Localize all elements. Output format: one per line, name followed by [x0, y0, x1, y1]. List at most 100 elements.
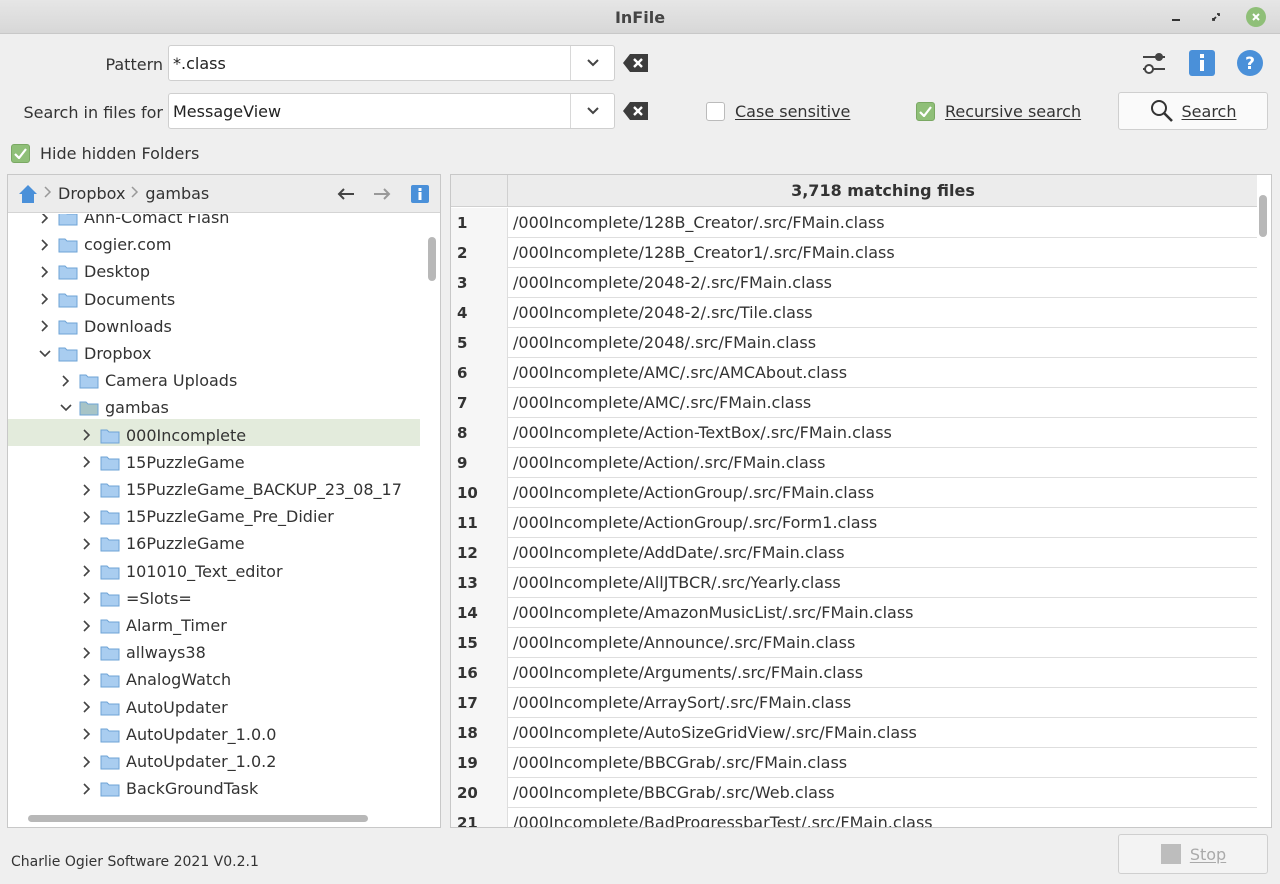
tree-node[interactable]: AutoUpdater_1.0.0 — [80, 721, 276, 748]
chevron-right-icon[interactable] — [80, 483, 94, 497]
chevron-right-icon[interactable] — [38, 265, 52, 279]
breadcrumb-item[interactable]: Dropbox — [58, 184, 125, 203]
chevron-right-icon[interactable] — [80, 510, 94, 524]
table-row[interactable]: 20/000Incomplete/BBCGrab/.src/Web.class — [451, 778, 1257, 808]
table-row[interactable]: 13/000Incomplete/AllJTBCR/.src/Yearly.cl… — [451, 568, 1257, 598]
chevron-right-icon[interactable] — [38, 319, 52, 333]
pattern-combo[interactable] — [168, 45, 615, 81]
tree-node[interactable]: 15PuzzleGame_Pre_Didier — [80, 503, 334, 530]
tree-node[interactable]: 000Incomplete — [80, 422, 246, 449]
tree-node[interactable]: Documents — [38, 286, 175, 313]
forward-button[interactable] — [370, 183, 394, 205]
table-row[interactable]: 3/000Incomplete/2048-2/.src/FMain.class — [451, 268, 1257, 298]
pattern-input[interactable] — [169, 46, 571, 80]
search-for-combo[interactable] — [168, 93, 615, 129]
case-sensitive-box[interactable] — [706, 102, 725, 121]
recursive-search-box[interactable] — [916, 102, 935, 121]
chevron-right-icon[interactable] — [80, 591, 94, 605]
table-row[interactable]: 1/000Incomplete/128B_Creator/.src/FMain.… — [451, 208, 1257, 238]
hide-hidden-box[interactable] — [11, 144, 30, 163]
tree-node[interactable]: 15PuzzleGame — [80, 449, 245, 476]
chevron-right-icon[interactable] — [80, 455, 94, 469]
pattern-dropdown-button[interactable] — [570, 46, 614, 80]
stop-icon — [1160, 844, 1181, 864]
search-for-dropdown-button[interactable] — [570, 94, 614, 128]
chevron-down-icon[interactable] — [38, 347, 52, 361]
close-window-button[interactable] — [1246, 7, 1266, 27]
chevron-right-icon[interactable] — [80, 564, 94, 578]
tree-node[interactable]: Dropbox — [38, 340, 151, 367]
tree-node[interactable]: Downloads — [38, 313, 172, 340]
table-row[interactable]: 21/000Incomplete/BadProgressbarTest/.src… — [451, 808, 1257, 827]
minimize-button[interactable] — [1166, 7, 1186, 27]
table-row[interactable]: 11/000Incomplete/ActionGroup/.src/Form1.… — [451, 508, 1257, 538]
search-button[interactable]: Search — [1118, 92, 1268, 130]
tree-node[interactable]: BackGroundTask — [80, 775, 258, 802]
tree-vertical-scrollbar[interactable] — [428, 237, 436, 281]
case-sensitive-checkbox[interactable]: Case sensitive — [706, 102, 850, 121]
home-button[interactable] — [18, 184, 38, 204]
chevron-right-icon[interactable] — [38, 238, 52, 252]
table-row[interactable]: 2/000Incomplete/128B_Creator1/.src/FMain… — [451, 238, 1257, 268]
table-row[interactable]: 19/000Incomplete/BBCGrab/.src/FMain.clas… — [451, 748, 1257, 778]
maximize-button[interactable] — [1206, 7, 1226, 27]
recursive-search-checkbox[interactable]: Recursive search — [916, 102, 1081, 121]
hide-hidden-folders-checkbox[interactable]: Hide hidden Folders — [11, 144, 199, 163]
tree-node[interactable]: Alarm_Timer — [80, 612, 227, 639]
tree-horizontal-scrollbar[interactable] — [28, 815, 368, 822]
chevron-right-icon[interactable] — [80, 537, 94, 551]
table-row[interactable]: 4/000Incomplete/2048-2/.src/Tile.class — [451, 298, 1257, 328]
chevron-right-icon[interactable] — [80, 700, 94, 714]
table-row[interactable]: 14/000Incomplete/AmazonMusicList/.src/FM… — [451, 598, 1257, 628]
chevron-right-icon[interactable] — [80, 619, 94, 633]
info-button[interactable] — [1187, 48, 1217, 78]
table-row[interactable]: 12/000Incomplete/AddDate/.src/FMain.clas… — [451, 538, 1257, 568]
table-row[interactable]: 9/000Incomplete/Action/.src/FMain.class — [451, 448, 1257, 478]
tree-node[interactable]: cogier.com — [38, 231, 171, 258]
chevron-right-icon[interactable] — [80, 673, 94, 687]
chevron-down-icon[interactable] — [59, 401, 73, 415]
chevron-right-icon[interactable] — [59, 374, 73, 388]
table-row[interactable]: 17/000Incomplete/ArraySort/.src/FMain.cl… — [451, 688, 1257, 718]
tree-node[interactable]: AutoUpdater_1.0.2 — [80, 748, 276, 775]
folder-tree[interactable]: Ann-Comact Flash cogier.com Desktop Documen… — [8, 214, 426, 806]
tree-node[interactable]: allways38 — [80, 639, 206, 666]
chevron-right-icon[interactable] — [38, 214, 52, 225]
table-row[interactable]: 18/000Incomplete/AutoSizeGridView/.src/F… — [451, 718, 1257, 748]
chevron-right-icon[interactable] — [38, 292, 52, 306]
tree-node[interactable]: AutoUpdater — [80, 694, 228, 721]
chevron-right-icon[interactable] — [80, 782, 94, 796]
info-icon — [411, 185, 429, 203]
tree-node[interactable]: =Slots= — [80, 585, 192, 612]
table-row[interactable]: 5/000Incomplete/2048/.src/FMain.class — [451, 328, 1257, 358]
help-button[interactable]: ? — [1235, 48, 1265, 78]
table-row[interactable]: 7/000Incomplete/AMC/.src/FMain.class — [451, 388, 1257, 418]
table-row[interactable]: 16/000Incomplete/Arguments/.src/FMain.cl… — [451, 658, 1257, 688]
chevron-right-icon[interactable] — [80, 727, 94, 741]
breadcrumb-item[interactable]: gambas — [145, 184, 209, 203]
table-row[interactable]: 6/000Incomplete/AMC/.src/AMCAbout.class — [451, 358, 1257, 388]
chevron-right-icon[interactable] — [80, 755, 94, 769]
tree-node[interactable]: Desktop — [38, 258, 150, 285]
chevron-right-icon[interactable] — [80, 646, 94, 660]
tree-node[interactable]: Camera Uploads — [59, 367, 237, 394]
row-number: 14 — [451, 598, 508, 628]
clear-pattern-button[interactable] — [622, 51, 650, 75]
table-row[interactable]: 8/000Incomplete/Action-TextBox/.src/FMai… — [451, 418, 1257, 448]
tree-node[interactable]: AnalogWatch — [80, 666, 231, 693]
back-button[interactable] — [334, 183, 358, 205]
clear-search-button[interactable] — [622, 99, 650, 123]
table-row[interactable]: 15/000Incomplete/Announce/.src/FMain.cla… — [451, 628, 1257, 658]
tree-node[interactable]: 15PuzzleGame_BACKUP_23_08_17 — [80, 476, 402, 503]
results-vertical-scrollbar[interactable] — [1259, 195, 1267, 237]
settings-button[interactable] — [1139, 48, 1169, 78]
tree-node[interactable]: gambas — [59, 394, 169, 421]
stop-button[interactable]: Stop — [1118, 834, 1268, 874]
table-row[interactable]: 10/000Incomplete/ActionGroup/.src/FMain.… — [451, 478, 1257, 508]
chevron-right-icon[interactable] — [80, 428, 94, 442]
tree-node[interactable]: 16PuzzleGame — [80, 530, 245, 557]
tree-node[interactable]: 101010_Text_editor — [80, 558, 283, 585]
folder-info-button[interactable] — [408, 183, 432, 205]
search-for-input[interactable] — [169, 94, 571, 128]
tree-node[interactable]: Ann-Comact Flash — [38, 214, 229, 231]
